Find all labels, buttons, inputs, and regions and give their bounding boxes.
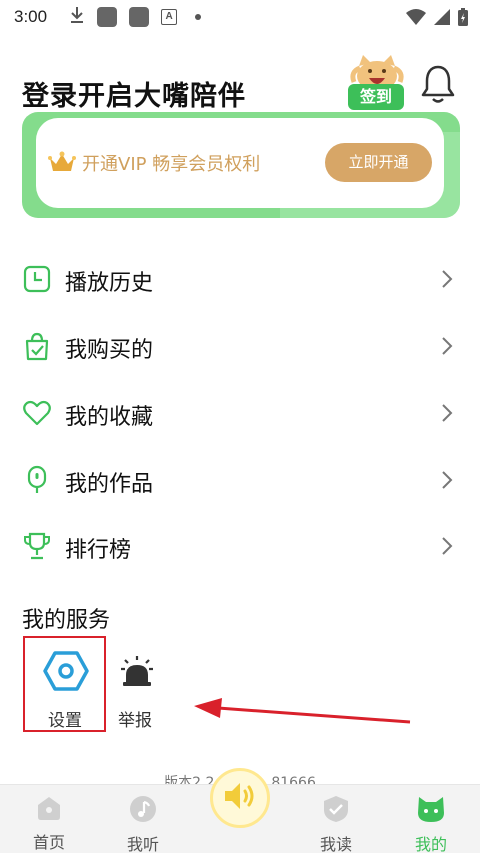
signal-icon: [434, 9, 450, 29]
menu-label: 我购买的: [65, 338, 154, 363]
font-notification-icon: A: [161, 9, 178, 25]
app-notification-icon: [97, 7, 118, 27]
vip-promo-text: 开通VIP 畅享会员权利: [82, 154, 261, 175]
services-section-title: 我的服务: [22, 608, 111, 633]
menu-item-my-works[interactable]: 我的作品: [0, 455, 480, 505]
chevron-right-icon: [440, 469, 454, 495]
tab-label: 我的: [414, 835, 447, 853]
speaker-icon: [222, 780, 258, 816]
crown-icon: [48, 150, 76, 178]
bell-icon[interactable]: [420, 64, 456, 108]
center-play-button[interactable]: [210, 768, 270, 828]
service-label-settings[interactable]: 设置: [48, 706, 82, 731]
signin-button[interactable]: 签到: [348, 84, 404, 110]
tab-label: 我听: [126, 835, 159, 853]
menu-item-rankings[interactable]: 排行榜: [0, 521, 480, 571]
signin-widget[interactable]: 签到: [346, 54, 408, 112]
microphone-icon: [22, 465, 52, 495]
settings-hexagon-icon[interactable]: [43, 650, 89, 696]
menu-item-favorites[interactable]: 我的收藏: [0, 388, 480, 438]
page-title[interactable]: 登录开启大嘴陪伴: [22, 74, 246, 113]
clock-icon: [22, 264, 52, 294]
tab-home[interactable]: 首页: [19, 795, 79, 853]
battery-icon: [458, 8, 468, 30]
tab-read[interactable]: 我读: [306, 795, 366, 853]
chevron-right-icon: [440, 268, 454, 294]
service-label-report[interactable]: 举报: [118, 706, 152, 731]
menu-item-play-history[interactable]: 播放历史: [0, 254, 480, 304]
red-arrow-annotation: [190, 696, 414, 730]
tab-label: 首页: [32, 833, 65, 852]
cat-face-icon: [401, 795, 461, 827]
tab-listen[interactable]: 我听: [113, 795, 173, 853]
chevron-right-icon: [440, 535, 454, 561]
status-bar: 3:00 A: [0, 0, 480, 34]
wifi-icon: [406, 9, 426, 29]
chevron-right-icon: [440, 335, 454, 361]
home-icon: [19, 795, 79, 825]
shopping-bag-icon: [22, 331, 52, 361]
menu-label: 我的作品: [65, 472, 154, 497]
open-vip-button[interactable]: 立即开通: [325, 143, 432, 182]
tab-mine[interactable]: 我的: [401, 795, 461, 853]
music-note-icon: [113, 795, 173, 827]
trophy-icon: [22, 531, 52, 561]
tab-label: 我读: [319, 835, 352, 853]
download-icon: [69, 6, 85, 28]
app-notification-icon: [129, 7, 150, 27]
heart-icon: [22, 398, 52, 428]
menu-label: 排行榜: [65, 538, 132, 563]
menu-label: 播放历史: [65, 271, 154, 296]
read-check-icon: [306, 795, 366, 827]
alarm-siren-icon[interactable]: [120, 654, 154, 692]
more-notifications-icon: [195, 14, 202, 20]
menu-label: 我的收藏: [65, 405, 154, 430]
status-time: 3:00: [14, 7, 48, 26]
menu-item-purchased[interactable]: 我购买的: [0, 321, 480, 371]
chevron-right-icon: [440, 402, 454, 428]
